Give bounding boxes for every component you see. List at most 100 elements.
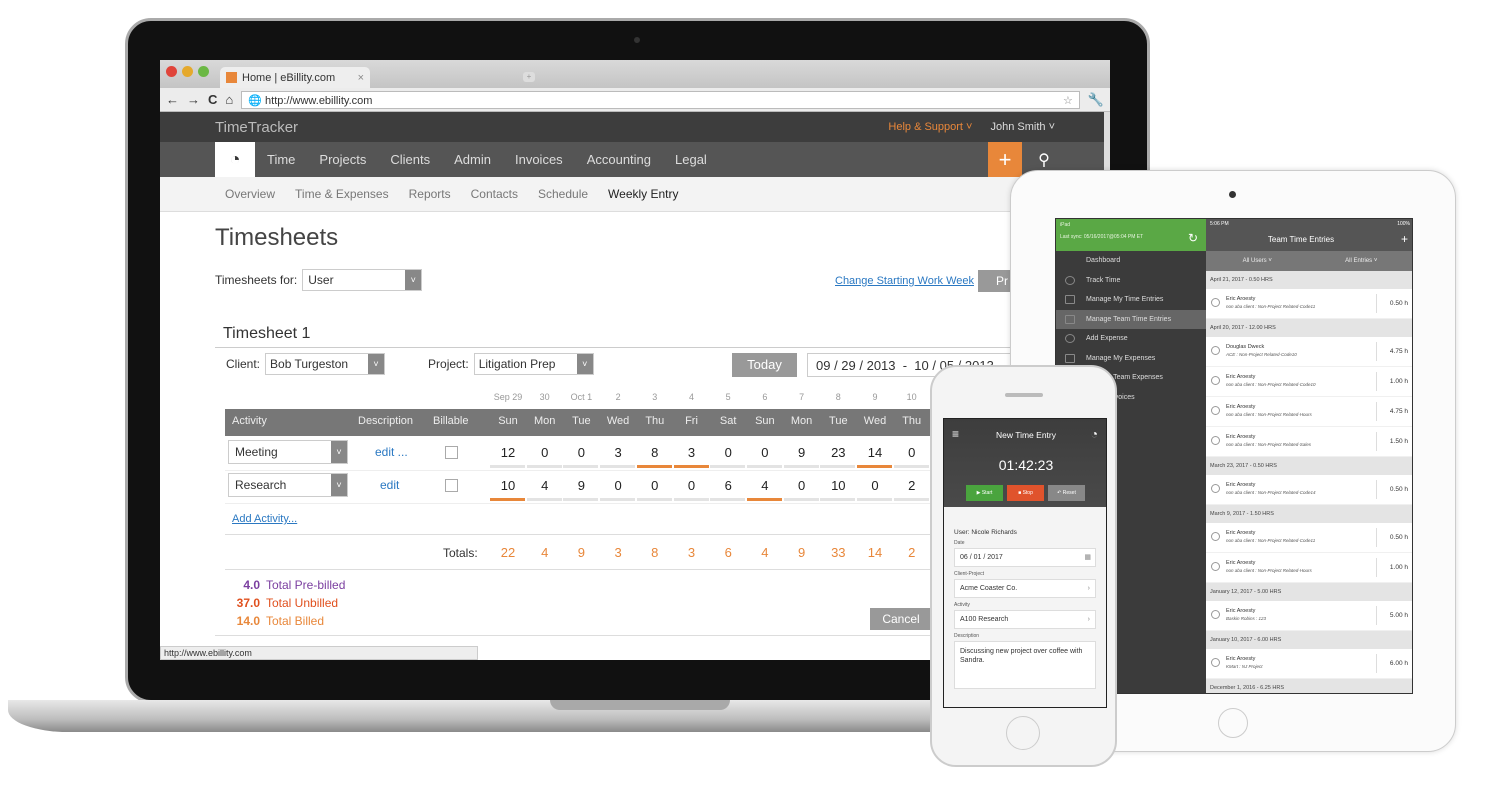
hours-input[interactable]: 12 xyxy=(490,445,526,460)
hours-input[interactable]: 8 xyxy=(637,445,673,460)
start-button[interactable]: ▶ Start xyxy=(966,485,1003,501)
subnav-time-expenses[interactable]: Time & Expenses xyxy=(295,187,389,201)
add-entry-icon[interactable]: + xyxy=(1401,232,1408,246)
menu-item-add-expense[interactable]: Add Expense xyxy=(1056,329,1206,349)
activity-select[interactable]: Research ˅ xyxy=(228,473,348,497)
forward-icon[interactable]: → xyxy=(187,92,200,107)
subnav-weekly-entry[interactable]: Weekly Entry xyxy=(608,187,678,201)
help-support-menu[interactable]: Help & Support ˅ xyxy=(888,121,972,133)
reload-icon[interactable]: C xyxy=(208,92,217,107)
close-tab-icon[interactable]: × xyxy=(358,72,364,84)
menu-item-dashboard[interactable]: Dashboard xyxy=(1056,251,1206,271)
phone-home-button[interactable] xyxy=(1006,716,1040,750)
change-starting-work-week-link[interactable]: Change Starting Work Week xyxy=(835,275,974,287)
hours-underline xyxy=(600,465,636,468)
hours-input[interactable]: 14 xyxy=(857,445,893,460)
app-logo[interactable]: TimeTracker xyxy=(215,119,298,136)
wrench-icon[interactable]: 🔧 xyxy=(1088,92,1104,108)
edit-description-link[interactable]: edit ... xyxy=(375,445,408,459)
home-icon[interactable]: ⌂ xyxy=(225,92,233,107)
hours-input[interactable]: 0 xyxy=(674,478,710,493)
close-window-button[interactable] xyxy=(166,66,177,77)
add-button[interactable]: + xyxy=(988,142,1022,177)
hours-input[interactable]: 0 xyxy=(527,445,563,460)
hours-input[interactable]: 10 xyxy=(820,478,856,493)
activity-field[interactable]: A100 Research › xyxy=(954,610,1096,629)
hours-input[interactable]: 3 xyxy=(600,445,636,460)
hours-input[interactable]: 4 xyxy=(527,478,563,493)
time-entry[interactable]: Douglas Dweck ACE : Non-Project Related-C… xyxy=(1206,337,1412,366)
subnav-reports[interactable]: Reports xyxy=(409,187,451,201)
tablet-home-button[interactable] xyxy=(1218,708,1248,738)
date-field[interactable]: 06 / 01 / 2017 ▦ xyxy=(954,548,1096,567)
time-entry[interactable]: Eric Aroesty non aba client : Non-Project… xyxy=(1206,523,1412,552)
bookmark-star-icon[interactable]: ☆ xyxy=(1063,94,1073,107)
minimize-window-button[interactable] xyxy=(182,66,193,77)
hours-input[interactable]: 4 xyxy=(747,478,783,493)
menu-item-track-time[interactable]: Track Time xyxy=(1056,271,1206,291)
activity-select[interactable]: Meeting ˅ xyxy=(228,440,348,464)
subnav-contacts[interactable]: Contacts xyxy=(471,187,518,201)
timesheets-for-select[interactable]: User ˅ xyxy=(302,269,423,291)
time-entry[interactable]: Eric Aroesty non aba client : Non-Project… xyxy=(1206,397,1412,426)
all-users-filter[interactable]: All Users ˅ xyxy=(1243,258,1272,264)
hours-input[interactable]: 0 xyxy=(710,445,746,460)
hours-input[interactable]: 0 xyxy=(747,445,783,460)
subnav-schedule[interactable]: Schedule xyxy=(538,187,588,201)
client-select[interactable]: Bob Turgeston ˅ xyxy=(265,353,386,375)
hours-input[interactable]: 9 xyxy=(784,445,820,460)
time-entry[interactable]: Eric Aroesty non aba client : Non-Project… xyxy=(1206,475,1412,504)
time-entry[interactable]: Eric Aroesty KMart : NJ Project 6.00 h xyxy=(1206,649,1412,678)
billable-checkbox[interactable] xyxy=(445,479,458,492)
time-entry[interactable]: Eric Aroesty non aba client : Non-Project… xyxy=(1206,427,1412,456)
menu-item-manage-my-time-entries[interactable]: Manage My Time Entries xyxy=(1056,290,1206,310)
nav-time[interactable]: Time xyxy=(255,142,307,177)
url-input[interactable]: 🌐 http://www.ebillity.com ☆ xyxy=(241,90,1080,109)
today-button[interactable]: Today xyxy=(732,353,797,377)
time-entry[interactable]: Eric Aroesty non aba client : Non-Project… xyxy=(1206,289,1412,318)
all-entries-filter[interactable]: All Entries ˅ xyxy=(1345,258,1377,264)
client-project-field[interactable]: Acme Coaster Co. › xyxy=(954,579,1096,598)
hours-input[interactable]: 10 xyxy=(490,478,526,493)
hours-input[interactable]: 0 xyxy=(600,478,636,493)
menu-item-manage-team-time-entries[interactable]: Manage Team Time Entries xyxy=(1056,309,1206,329)
hours-input[interactable]: 0 xyxy=(857,478,893,493)
subnav-overview[interactable]: Overview xyxy=(225,187,275,201)
nav-clients[interactable]: Clients xyxy=(378,142,442,177)
user-menu[interactable]: John Smith ˅ xyxy=(990,121,1055,133)
maximize-window-button[interactable] xyxy=(198,66,209,77)
time-entry[interactable]: Eric Aroesty non aba client : Non-Project… xyxy=(1206,553,1412,582)
hours-input[interactable]: 0 xyxy=(563,445,599,460)
hours-input[interactable]: 6 xyxy=(710,478,746,493)
hours-input[interactable]: 2 xyxy=(894,478,930,493)
hours-input[interactable]: 0 xyxy=(894,445,930,460)
nav-projects[interactable]: Projects xyxy=(307,142,378,177)
time-entry[interactable]: Eric Aroesty non aba client : Non-Project… xyxy=(1206,367,1412,396)
calendar-icon[interactable]: ▦ xyxy=(1084,553,1091,561)
project-select[interactable]: Litigation Prep ˅ xyxy=(473,353,594,375)
edit-description-link[interactable]: edit xyxy=(380,478,399,492)
add-activity-link[interactable]: Add Activity... xyxy=(232,513,297,525)
nav-admin[interactable]: Admin xyxy=(442,142,503,177)
nav-invoices[interactable]: Invoices xyxy=(503,142,575,177)
time-entry[interactable]: Eric Aroesty Baskin Robins : 123 5.00 h xyxy=(1206,601,1412,630)
back-icon[interactable]: ← xyxy=(166,92,179,107)
description-textarea[interactable]: Discussing new project over coffee with … xyxy=(954,641,1096,689)
cancel-button[interactable]: Cancel xyxy=(870,608,932,630)
billable-checkbox[interactable] xyxy=(445,446,458,459)
clock-home-icon[interactable]: ◔ xyxy=(215,142,255,177)
hours-input[interactable]: 0 xyxy=(637,478,673,493)
nav-legal[interactable]: Legal xyxy=(663,142,719,177)
hours-input[interactable]: 0 xyxy=(784,478,820,493)
hours-input[interactable]: 9 xyxy=(563,478,599,493)
hours-input[interactable]: 3 xyxy=(674,445,710,460)
stop-button[interactable]: ■ Stop xyxy=(1007,485,1044,501)
refresh-icon[interactable]: ↻ xyxy=(1188,231,1198,245)
new-tab-button[interactable]: + xyxy=(523,72,535,82)
hours-input[interactable]: 23 xyxy=(820,445,856,460)
nav-accounting[interactable]: Accounting xyxy=(575,142,663,177)
browser-tab[interactable]: Home | eBillity.com × xyxy=(220,67,370,88)
clock-icon[interactable]: ◔ xyxy=(1091,427,1098,441)
menu-icon xyxy=(1065,275,1075,285)
reset-button[interactable]: ↶ Reset xyxy=(1048,485,1085,501)
